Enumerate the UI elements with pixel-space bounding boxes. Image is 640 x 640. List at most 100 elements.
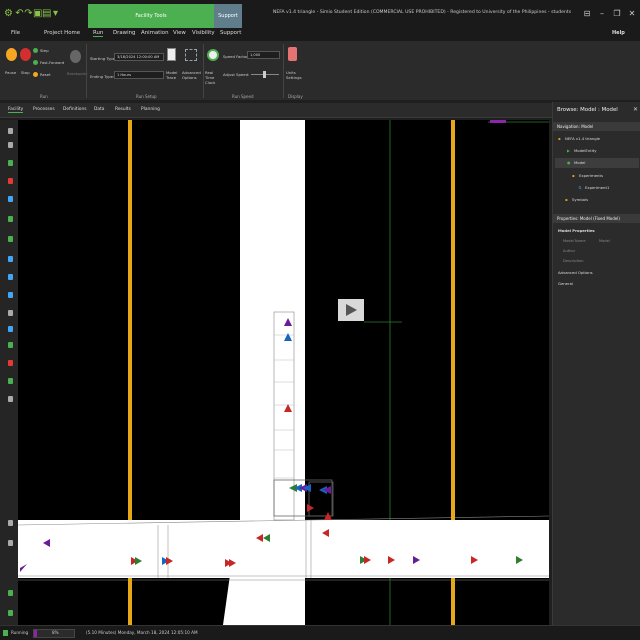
combiner-icon[interactable] <box>8 216 13 222</box>
real-time-clock-button[interactable]: Real Time Clock <box>205 70 221 85</box>
connector-icon[interactable] <box>8 342 13 348</box>
quick-access-icon[interactable]: ▾ <box>51 8 60 19</box>
pointer-icon[interactable] <box>8 142 13 148</box>
basicnode-icon[interactable] <box>8 310 13 316</box>
stop-icon[interactable] <box>20 48 31 61</box>
tree-item-project[interactable]: NEFA v1.4 triangle <box>565 136 600 141</box>
tab-visibility[interactable]: Visibility <box>192 30 215 36</box>
clock-icon[interactable] <box>207 49 219 61</box>
browse-panel: Browse: Model : Model ✕ Navigation: Mode… <box>552 102 640 625</box>
tab-run[interactable]: Run <box>93 30 104 37</box>
running-icon <box>3 630 8 636</box>
pause-icon[interactable] <box>6 48 17 61</box>
tree-item-symbols[interactable]: Symbols <box>572 197 588 202</box>
run-library-icon[interactable] <box>8 590 13 596</box>
timepath-icon[interactable] <box>8 378 13 384</box>
advanced-options-button[interactable]: Advanced Options <box>182 70 202 80</box>
tab-project-home[interactable]: Project Home <box>44 30 80 36</box>
tab-support-context[interactable]: Support <box>214 4 242 28</box>
minimize-icon[interactable]: – <box>597 9 607 18</box>
properties-header: Properties: Model (Fixed Model) <box>553 214 640 223</box>
advanced-options-section[interactable]: Advanced Options <box>558 270 593 275</box>
worker-icon[interactable] <box>8 292 13 298</box>
save-icon[interactable]: ▣ <box>33 8 42 19</box>
tab-support[interactable]: Support <box>220 30 241 36</box>
transfernode-icon[interactable] <box>8 326 13 332</box>
run-library-icon[interactable] <box>8 610 13 616</box>
undo-icon[interactable]: ↶ <box>15 8 24 19</box>
window-tabs: Facility Processes Definitions Data Resu… <box>0 103 552 118</box>
tab-results[interactable]: Results <box>115 107 131 112</box>
tab-data[interactable]: Data <box>94 107 104 112</box>
author-label: Author <box>563 249 576 253</box>
model-properties-section[interactable]: Model Properties <box>558 228 595 233</box>
breakpoint-icon[interactable] <box>70 50 81 63</box>
road-line-yellow <box>451 120 455 520</box>
close-panel-icon[interactable]: ✕ <box>633 106 638 113</box>
ending-type-select[interactable]: 1 Hours <box>114 71 164 79</box>
separator-icon[interactable] <box>8 236 13 242</box>
starting-type-label: Starting Type: <box>90 56 117 61</box>
reset-button[interactable]: Reset <box>40 72 51 77</box>
model-trace-icon[interactable] <box>167 48 176 61</box>
open-icon[interactable]: ▤ <box>42 8 51 19</box>
tab-facility[interactable]: Facility <box>8 107 24 113</box>
tab-processes[interactable]: Processes <box>33 107 55 112</box>
project-library-icon[interactable] <box>8 520 13 526</box>
close-icon[interactable]: ✕ <box>627 9 637 18</box>
conveyor-icon[interactable] <box>8 396 13 402</box>
tab-facility-tools[interactable]: Facility Tools <box>88 4 214 28</box>
starting-type-select[interactable]: 3/18/2024 12:00:00 AM <box>114 53 164 61</box>
help-button[interactable]: Help <box>612 30 625 36</box>
stop-button[interactable]: Stop <box>21 70 30 75</box>
road-line-yellow <box>451 578 455 625</box>
tree-item-experiments[interactable]: Experiments <box>579 173 603 178</box>
tab-planning[interactable]: Planning <box>141 107 160 112</box>
advanced-options-icon[interactable] <box>185 49 197 61</box>
horizontal-road <box>18 520 549 578</box>
ribbon-options-icon[interactable]: ⊟ <box>582 9 592 18</box>
model-trace-button[interactable]: Model Trace <box>166 70 178 80</box>
step-button[interactable]: Step <box>40 48 49 53</box>
tree-item-experiment1[interactable]: Experiment1 <box>585 185 609 190</box>
project-library-icon[interactable] <box>8 540 13 546</box>
speed-slider-thumb[interactable] <box>263 71 266 78</box>
node-marker <box>490 120 506 123</box>
title-bar: ⚙ ↶ ↷ ▣ ▤ ▾ Facility Tools Support NEFA … <box>0 0 640 28</box>
description-label: Description <box>563 259 584 263</box>
units-settings-icon[interactable] <box>288 47 297 61</box>
sink-icon[interactable] <box>8 178 13 184</box>
run-setup-label: Run Setup <box>136 94 157 99</box>
server-icon[interactable] <box>8 196 13 202</box>
units-settings-button[interactable]: Units Settings <box>286 70 302 80</box>
entity <box>307 504 314 512</box>
pause-button[interactable]: Pause <box>5 70 16 75</box>
fast-forward-button[interactable]: Fast-Forward <box>40 60 64 65</box>
ribbon-tabs: File Project Home Run Drawing Animation … <box>0 28 640 41</box>
facility-canvas[interactable] <box>18 120 549 625</box>
collapse-icon[interactable] <box>8 128 13 134</box>
model-name-value[interactable]: Model <box>599 239 610 243</box>
breakpoint-button[interactable]: Breakpoint <box>67 71 88 76</box>
simulation-time: (5.10 Minutes) Monday, March 18, 2024 12… <box>86 630 198 635</box>
tree-item-modelentity[interactable]: ModelEntity <box>574 148 597 153</box>
redo-icon[interactable]: ↷ <box>24 8 33 19</box>
maximize-icon[interactable]: ❐ <box>612 9 622 18</box>
facility-drawing[interactable] <box>18 120 549 625</box>
model-name-label: Model Name <box>563 239 586 243</box>
resource-icon[interactable] <box>8 256 13 262</box>
vehicle-icon[interactable] <box>8 274 13 280</box>
tab-file[interactable]: File <box>11 30 20 36</box>
run-state: Running <box>11 630 29 635</box>
source-icon[interactable] <box>8 160 13 166</box>
tree-item-model[interactable]: Model <box>574 160 585 165</box>
general-section[interactable]: General <box>558 281 573 286</box>
tab-animation[interactable]: Animation <box>141 30 168 36</box>
tab-definitions[interactable]: Definitions <box>63 107 87 112</box>
tab-view[interactable]: View <box>173 30 186 36</box>
tab-drawing[interactable]: Drawing <box>113 30 135 36</box>
speed-factor-input[interactable]: 1,000 <box>247 51 280 59</box>
ribbon-separator <box>203 44 204 98</box>
speed-factor-label: Speed Factor: <box>223 54 249 59</box>
path-icon[interactable] <box>8 360 13 366</box>
